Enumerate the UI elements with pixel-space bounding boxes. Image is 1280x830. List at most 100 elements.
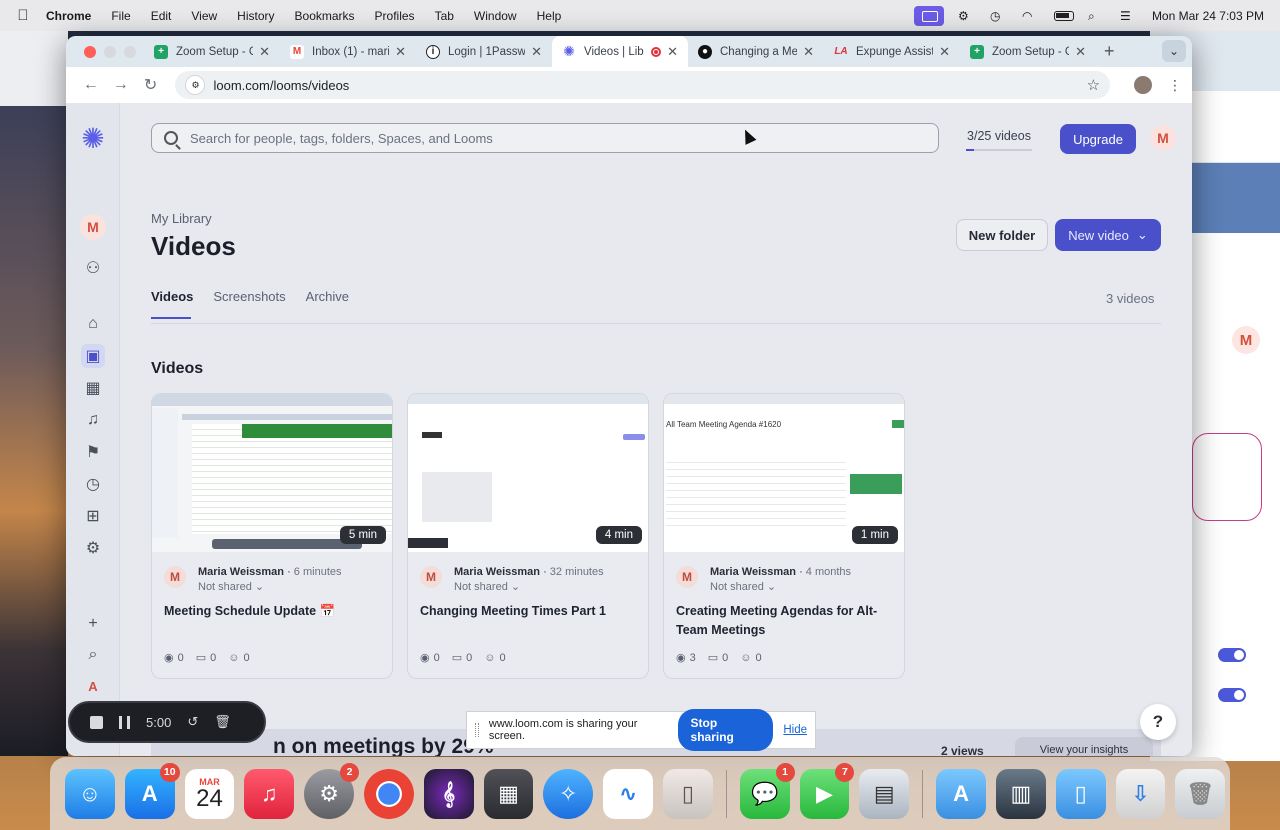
- wifi-icon[interactable]: ◠: [1022, 9, 1040, 23]
- sync-icon[interactable]: ⚙: [958, 9, 976, 23]
- close-window-icon[interactable]: [84, 45, 96, 58]
- delete-recording-icon[interactable]: 🗑: [214, 714, 231, 730]
- time-machine-icon[interactable]: ◷: [990, 9, 1008, 23]
- menu-bookmarks[interactable]: Bookmarks: [295, 9, 355, 23]
- menu-help[interactable]: Help: [537, 9, 562, 23]
- music-notation-app-icon[interactable]: 𝄞: [423, 768, 474, 819]
- new-folder-button[interactable]: New folder: [956, 219, 1048, 251]
- menu-window[interactable]: Window: [474, 9, 517, 23]
- video-card[interactable]: 5 min M Maria Weissman · 6 minutes Not s…: [151, 393, 393, 679]
- app-store-icon[interactable]: A 10: [124, 762, 180, 819]
- calendar-icon[interactable]: ▦: [81, 376, 105, 400]
- tab-archive[interactable]: Archive: [306, 289, 349, 304]
- share-status[interactable]: Not shared ⌄: [710, 580, 776, 593]
- video-thumbnail[interactable]: 5 min: [152, 394, 392, 552]
- browser-tab-github[interactable]: ● Changing a Me ✕: [688, 36, 824, 67]
- video-thumbnail[interactable]: All Team Meeting Agenda #1620 1 min: [664, 394, 904, 552]
- spotlight-search-icon[interactable]: ⌕: [1088, 9, 1106, 23]
- freeform-icon[interactable]: ∿: [603, 768, 653, 819]
- close-tab-icon[interactable]: ✕: [667, 44, 678, 60]
- calculator-icon[interactable]: ▦: [483, 768, 534, 819]
- share-status[interactable]: Not shared ⌄: [454, 580, 520, 593]
- loom-search-input[interactable]: Search for people, tags, folders, Spaces…: [151, 123, 939, 153]
- video-title[interactable]: Meeting Schedule Update 📅: [164, 602, 384, 621]
- library-icon[interactable]: ▣: [81, 344, 105, 368]
- apple-menu-icon[interactable]: : [0, 7, 46, 24]
- screen-share-icon[interactable]: [913, 5, 944, 26]
- safari-icon[interactable]: ✧: [543, 768, 594, 819]
- add-icon[interactable]: +: [81, 612, 105, 636]
- back-icon[interactable]: ←: [76, 76, 106, 94]
- workspace-avatar[interactable]: M: [80, 214, 106, 240]
- tab-screenshots[interactable]: Screenshots: [213, 289, 285, 304]
- facetime-icon[interactable]: ▶ 7: [799, 762, 855, 819]
- settings-gear-icon[interactable]: ⚙: [81, 536, 105, 560]
- downloads-stack-icon[interactable]: ⇩: [1115, 768, 1166, 819]
- new-tab-icon[interactable]: +: [1104, 41, 1115, 62]
- close-tab-icon[interactable]: ✕: [803, 44, 814, 60]
- recent-documents-stack-icon[interactable]: ▥: [995, 768, 1046, 819]
- system-settings-icon[interactable]: ⚙ 2: [304, 762, 359, 819]
- maximize-window-icon[interactable]: [124, 45, 136, 58]
- menu-profiles[interactable]: Profiles: [375, 9, 415, 23]
- user-avatar[interactable]: M: [1150, 125, 1176, 151]
- history-clock-icon[interactable]: ◷: [81, 472, 105, 496]
- applications-folder-icon[interactable]: A: [936, 768, 986, 819]
- minimize-window-icon[interactable]: [104, 45, 116, 58]
- notifications-bell-icon[interactable]: ♫: [81, 408, 105, 432]
- browser-tab-zoom-setup-2[interactable]: + Zoom Setup - G ✕: [960, 36, 1096, 67]
- chrome-menu-icon[interactable]: ⋮: [1168, 77, 1182, 94]
- video-title[interactable]: Creating Meeting Agendas for Alt-Team Me…: [676, 602, 896, 640]
- pause-recording-icon[interactable]: [119, 715, 130, 729]
- loom-logo-icon[interactable]: ✺: [78, 124, 108, 154]
- help-button[interactable]: ?: [1140, 704, 1176, 740]
- menu-tab[interactable]: Tab: [435, 9, 454, 23]
- video-quota[interactable]: 3/25 videos: [954, 125, 1044, 151]
- tab-videos[interactable]: Videos: [151, 289, 193, 319]
- bookmark-icon[interactable]: ⚑: [81, 440, 105, 464]
- menu-edit[interactable]: Edit: [151, 9, 172, 23]
- home-icon[interactable]: ⌂: [81, 312, 105, 336]
- preview-icon[interactable]: ▤: [859, 768, 910, 819]
- finder-icon[interactable]: ☺: [65, 768, 115, 819]
- profile-avatar[interactable]: [1134, 76, 1152, 94]
- control-center-icon[interactable]: ☰: [1120, 9, 1138, 23]
- close-tab-icon[interactable]: ✕: [939, 44, 950, 60]
- close-tab-icon[interactable]: ✕: [531, 44, 542, 60]
- messages-icon[interactable]: 💬 1: [739, 762, 795, 819]
- video-card[interactable]: 4 min M Maria Weissman · 32 minutes Not …: [407, 393, 649, 679]
- upgrade-button[interactable]: Upgrade: [1060, 124, 1136, 154]
- forward-icon[interactable]: →: [106, 76, 136, 94]
- close-tab-icon[interactable]: ✕: [1075, 44, 1086, 60]
- search-icon[interactable]: ⌕: [81, 643, 105, 667]
- menubar-clock[interactable]: Mon Mar 24 7:03 PM: [1152, 9, 1264, 23]
- close-tab-icon[interactable]: ✕: [395, 44, 406, 60]
- menu-app-name[interactable]: Chrome: [46, 9, 91, 23]
- documents-folder-icon[interactable]: ▯: [1055, 768, 1106, 819]
- address-bar[interactable]: ⚙ loom.com/looms/videos ☆: [175, 71, 1111, 99]
- hide-notice-link[interactable]: Hide: [783, 724, 807, 736]
- close-tab-icon[interactable]: ✕: [259, 44, 270, 60]
- browser-tab-expunge-assist[interactable]: LA Expunge Assist ✕: [824, 36, 960, 67]
- site-info-icon[interactable]: ⚙: [185, 75, 206, 95]
- browser-tab-zoom-setup[interactable]: + Zoom Setup - G ✕: [144, 36, 280, 67]
- chrome-icon[interactable]: [363, 768, 414, 819]
- stop-recording-icon[interactable]: [90, 715, 103, 729]
- video-thumbnail[interactable]: 4 min: [408, 394, 648, 552]
- video-title[interactable]: Changing Meeting Times Part 1: [420, 602, 640, 621]
- restart-recording-icon[interactable]: ↺: [187, 714, 198, 730]
- calendar-icon[interactable]: MAR 24: [184, 768, 235, 819]
- menu-file[interactable]: File: [111, 9, 130, 23]
- bookmark-star-icon[interactable]: ☆: [1087, 76, 1100, 94]
- new-video-button[interactable]: New video ⌄: [1055, 219, 1161, 251]
- tab-search-chevron-icon[interactable]: ⌄: [1162, 40, 1186, 62]
- reload-icon[interactable]: ↻: [136, 75, 166, 95]
- url-text[interactable]: loom.com/looms/videos: [213, 78, 349, 93]
- view-insights-button[interactable]: View your insights: [1015, 737, 1153, 756]
- drag-handle-icon[interactable]: [475, 723, 479, 737]
- share-status[interactable]: Not shared ⌄: [198, 580, 264, 593]
- trash-icon[interactable]: 🗑: [1175, 768, 1226, 819]
- breadcrumb[interactable]: My Library: [151, 211, 212, 226]
- gift-icon[interactable]: ⊞: [81, 504, 105, 528]
- stop-sharing-button[interactable]: Stop sharing: [677, 709, 774, 751]
